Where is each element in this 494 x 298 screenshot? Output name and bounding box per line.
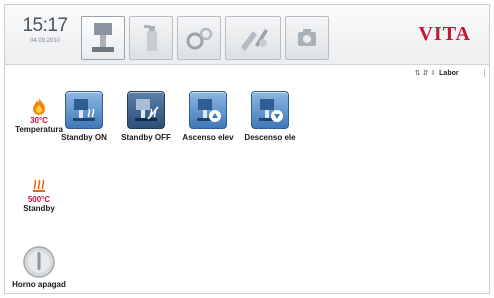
status-strip: ⇅ ⇵ ⇩ Labor ▕ [415,67,485,79]
camera-icon [298,29,316,46]
tools-icon [241,29,268,51]
tab-furnace[interactable] [81,16,125,60]
tab-camera[interactable] [285,16,329,60]
scroll-edge-icon: ▕ [479,70,485,77]
power-knob-icon [23,246,55,278]
lift-down-label: Descenso ele [244,133,296,142]
clock: 15:17 04.09.2010 [19,15,71,44]
tab-spray[interactable] [129,16,173,60]
lift-down-button[interactable]: Descenso ele [233,91,307,142]
standby-on-button-face[interactable] [65,91,103,129]
brand-logo: VITA [418,23,471,45]
standby-off-button-face[interactable] [127,91,165,129]
clock-time: 15:17 [22,15,68,36]
heat-waves-icon [33,179,45,192]
tab-settings[interactable] [177,16,221,60]
mode-label: Labor [439,69,459,77]
spray-bottle-icon [144,25,157,51]
standby-off-icon [135,99,159,121]
furnace-icon [92,23,114,52]
tab-tools[interactable] [225,16,281,60]
power-indicator[interactable]: Horno apagad [7,245,71,289]
lift-down-icon [259,99,283,122]
standby-label: Standby [23,204,55,213]
tab-bar [81,16,329,60]
standby-value: 500°C [27,195,51,204]
header-bar: 15:17 04.09.2010 VITA [5,5,489,65]
flame-icon [33,98,45,115]
standby-on-icon [73,99,95,121]
standby-indicator[interactable]: 500°C Standby [7,177,71,213]
lift-up-button-face[interactable] [189,91,227,129]
clock-date: 04.09.2010 [29,38,61,44]
power-label: Horno apagad [12,280,66,289]
gears-icon [186,27,213,50]
screen-frame: 15:17 04.09.2010 VITA ⇅ ⇵ ⇩ Labor ▕ 30°C… [4,4,490,294]
lift-down-button-face[interactable] [251,91,289,129]
status-indicators: ⇅ ⇵ ⇩ [414,70,437,77]
lift-up-icon [197,99,221,122]
